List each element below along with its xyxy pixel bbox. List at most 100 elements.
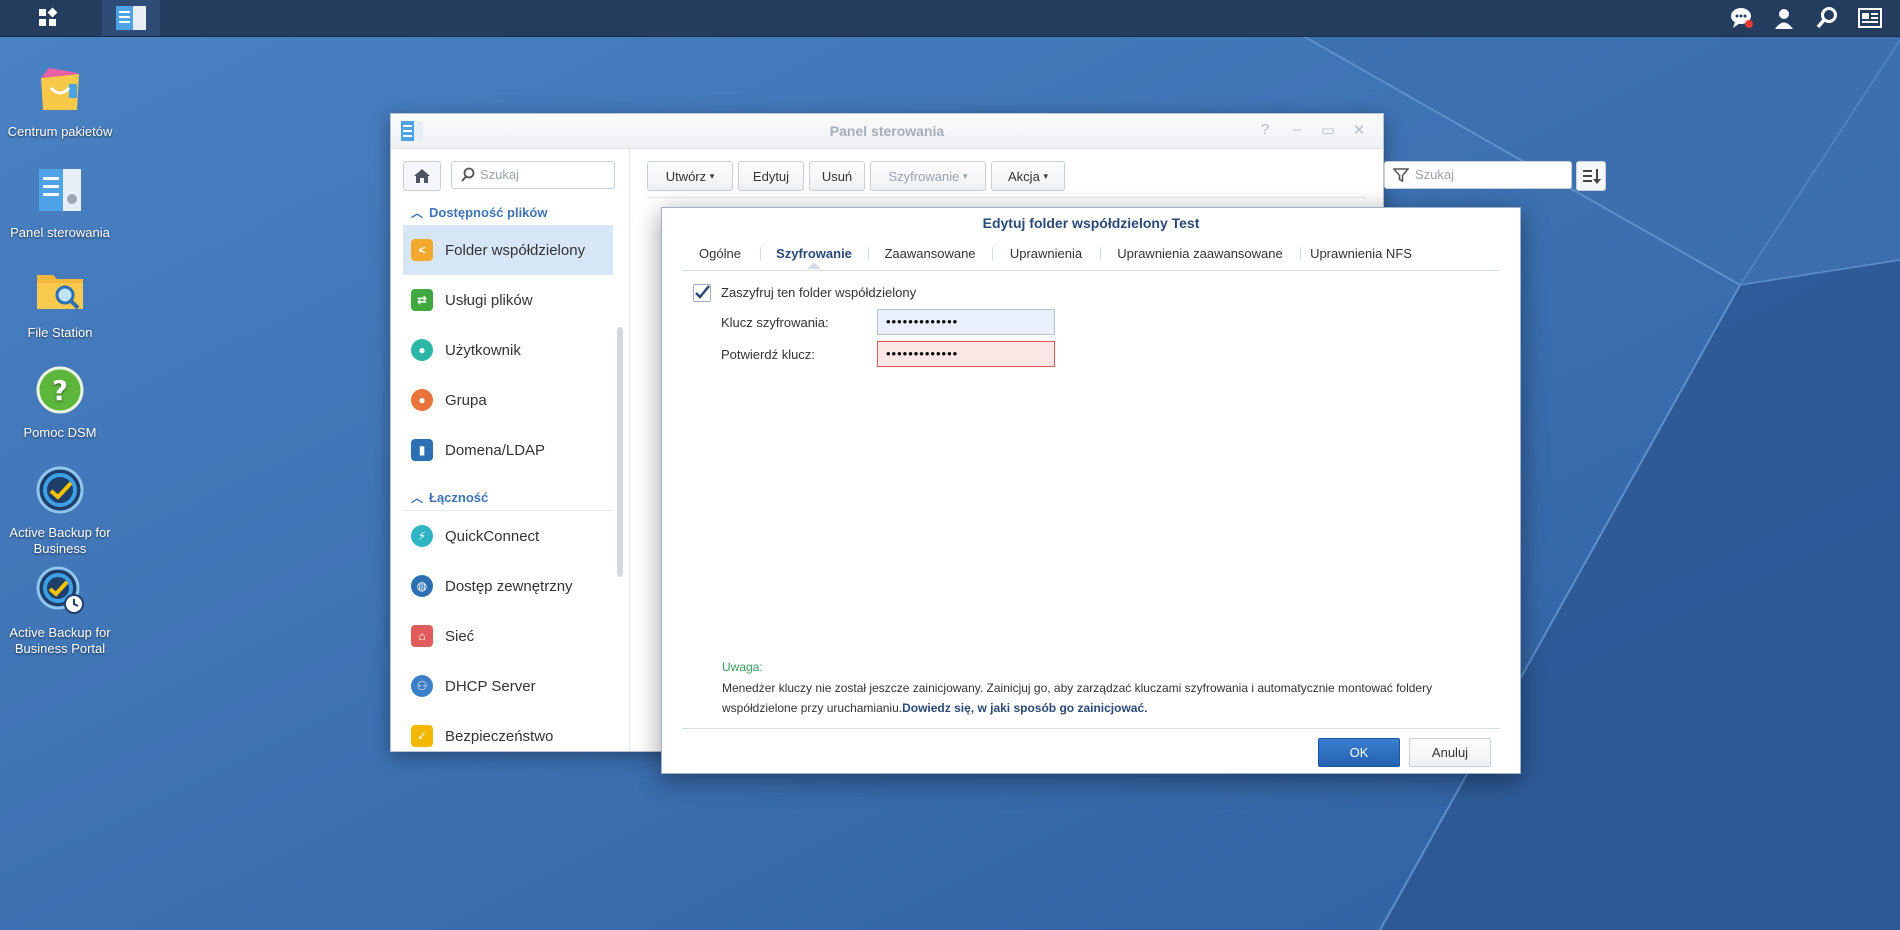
confirm-key-input[interactable]: ••••••••••••• xyxy=(877,341,1055,367)
notifications-button[interactable] xyxy=(1722,0,1762,36)
tab-label: Uprawnienia NFS xyxy=(1310,246,1412,261)
control-panel-icon xyxy=(116,6,146,30)
desktop-icon-active-backup-portal[interactable]: Active Backup for Business Portal xyxy=(0,563,120,657)
window-titlebar[interactable]: Panel sterowania ? – ▭ ✕ xyxy=(391,114,1383,149)
tab-advanced[interactable]: Zaawansowane xyxy=(870,238,990,269)
sidebar-item-label: DHCP Server xyxy=(445,677,536,695)
encryption-button[interactable]: Szyfrowanie ▾ xyxy=(870,161,986,191)
help-button[interactable]: ? xyxy=(1255,121,1275,138)
user-icon xyxy=(1775,9,1793,29)
tab-nfs-permissions[interactable]: Uprawnienia NFS xyxy=(1302,238,1420,269)
tab-label: Szyfrowanie xyxy=(776,246,852,261)
globe-icon: ◍ xyxy=(411,575,433,597)
search-icon xyxy=(461,167,475,182)
folder-search-icon xyxy=(37,275,83,310)
main-menu-button[interactable] xyxy=(19,0,77,36)
tab-separator xyxy=(868,247,869,261)
create-button[interactable]: Utwórz ▾ xyxy=(647,161,733,191)
tab-separator xyxy=(760,247,761,261)
sidebar-item-label: Dostęp zewnętrzny xyxy=(445,577,573,595)
network-house-icon: ⌂ xyxy=(411,625,433,647)
sort-icon xyxy=(1583,169,1601,184)
chevron-up-icon: ︿ xyxy=(411,491,424,505)
desktop-icon-label: Centrum pakietów xyxy=(7,124,113,139)
close-button[interactable]: ✕ xyxy=(1349,121,1369,139)
sidebar-item-external-access[interactable]: ◍ Dostęp zewnętrzny xyxy=(403,561,613,611)
section-label: Łączność xyxy=(429,490,489,505)
sidebar-item-quickconnect[interactable]: ⚡ QuickConnect xyxy=(403,511,613,561)
chat-icon xyxy=(1731,8,1753,28)
help-icon: ? xyxy=(36,366,84,414)
sidebar-item-file-services[interactable]: ⇄ Usługi plików xyxy=(403,275,613,325)
shared-folder-icon: < xyxy=(411,239,433,261)
desktop-icon-dsm-help[interactable]: ? Pomoc DSM xyxy=(0,363,120,441)
sort-button[interactable] xyxy=(1576,161,1606,191)
sidebar-item-domain-ldap[interactable]: ▮ Domena/LDAP xyxy=(403,425,613,475)
ok-button[interactable]: OK xyxy=(1318,738,1400,767)
section-file-sharing[interactable]: ︿ Dostępność plików xyxy=(403,201,613,226)
desktop-icon-label: Pomoc DSM xyxy=(23,425,97,440)
delete-button[interactable]: Usuń xyxy=(809,161,865,191)
tab-label: Ogólne xyxy=(699,246,741,261)
button-label: Anuluj xyxy=(1431,745,1469,760)
user-button[interactable] xyxy=(1764,0,1804,36)
sidebar-item-group[interactable]: ● Grupa xyxy=(403,375,613,425)
sidebar-search-input[interactable]: Szukaj xyxy=(451,161,615,189)
shield-icon: ✓ xyxy=(411,725,433,747)
dhcp-icon: ⚇ xyxy=(411,675,433,697)
minimize-button[interactable]: – xyxy=(1287,121,1307,138)
home-button[interactable] xyxy=(403,161,441,191)
grid-icon xyxy=(39,7,58,26)
svg-text:?: ? xyxy=(52,374,68,407)
taskbar-control-panel[interactable] xyxy=(102,0,160,36)
main-search-input[interactable]: Szukaj xyxy=(1384,161,1572,189)
edit-button[interactable]: Edytuj xyxy=(738,161,804,191)
button-label: Akcja xyxy=(1008,168,1040,184)
list-divider xyxy=(647,197,1366,198)
desktop-icon-label: Active Backup for Business xyxy=(9,525,111,556)
sidebar-item-shared-folder[interactable]: < Folder współdzielony xyxy=(403,225,613,275)
sidebar-item-network[interactable]: ⌂ Sieć xyxy=(403,611,613,661)
tab-label: Uprawnienia zaawansowane xyxy=(1117,246,1283,261)
sidebar-item-security[interactable]: ✓ Bezpieczeństwo xyxy=(403,711,613,761)
sidebar-item-label: Grupa xyxy=(445,391,487,409)
note-title: Uwaga: xyxy=(722,660,763,674)
sidebar-item-dhcp-server[interactable]: ⚇ DHCP Server xyxy=(403,661,613,711)
control-panel-icon xyxy=(39,169,81,211)
desktop-icon-file-station[interactable]: File Station xyxy=(0,263,120,341)
encryption-key-label: Klucz szyfrowania: xyxy=(721,315,829,330)
search-button[interactable] xyxy=(1807,0,1847,36)
section-connectivity[interactable]: ︿ Łączność xyxy=(403,486,613,511)
active-backup-portal-icon xyxy=(36,566,84,614)
dialog-footer-divider xyxy=(682,728,1500,729)
quickconnect-icon: ⚡ xyxy=(411,525,433,547)
maximize-button[interactable]: ▭ xyxy=(1318,121,1338,139)
tab-separator xyxy=(1100,247,1101,261)
learn-how-link[interactable]: Dowiedz się, w jaki sposób go zainicjowa… xyxy=(902,701,1147,715)
sidebar-item-label: Folder współdzielony xyxy=(445,241,586,259)
package-center-icon xyxy=(41,68,79,110)
encrypt-checkbox-label: Zaszyfruj ten folder współdzielony xyxy=(721,285,917,300)
widgets-button[interactable] xyxy=(1850,0,1890,36)
note-text: Menedżer kluczy nie został jeszcze zaini… xyxy=(722,678,1502,718)
filter-icon xyxy=(1393,168,1409,183)
tab-advanced-permissions[interactable]: Uprawnienia zaawansowane xyxy=(1102,238,1298,269)
caret-down-icon: ▾ xyxy=(709,170,715,181)
widgets-icon xyxy=(1858,8,1882,28)
desktop-icon-package-center[interactable]: Centrum pakietów xyxy=(0,62,120,140)
sidebar-scrollbar[interactable] xyxy=(617,327,623,577)
dialog-title: Edytuj folder współdzielony Test xyxy=(982,215,1200,231)
encrypt-checkbox[interactable] xyxy=(693,284,711,302)
encryption-key-input[interactable]: ••••••••••••• xyxy=(877,309,1055,335)
sidebar-item-user[interactable]: ● Użytkownik xyxy=(403,325,613,375)
desktop-icon-control-panel[interactable]: Panel sterowania xyxy=(0,163,120,241)
sidebar-item-label: Domena/LDAP xyxy=(445,441,546,459)
tab-permissions[interactable]: Uprawnienia xyxy=(994,238,1098,269)
desktop-icon-active-backup[interactable]: Active Backup for Business xyxy=(0,463,120,557)
sidebar-item-label: Sieć xyxy=(445,627,475,645)
active-tab-indicator xyxy=(807,262,821,269)
action-button[interactable]: Akcja ▾ xyxy=(991,161,1065,191)
tab-general[interactable]: Ogólne xyxy=(682,238,758,269)
tab-label: Zaawansowane xyxy=(884,246,976,261)
cancel-button[interactable]: Anuluj xyxy=(1409,738,1491,767)
